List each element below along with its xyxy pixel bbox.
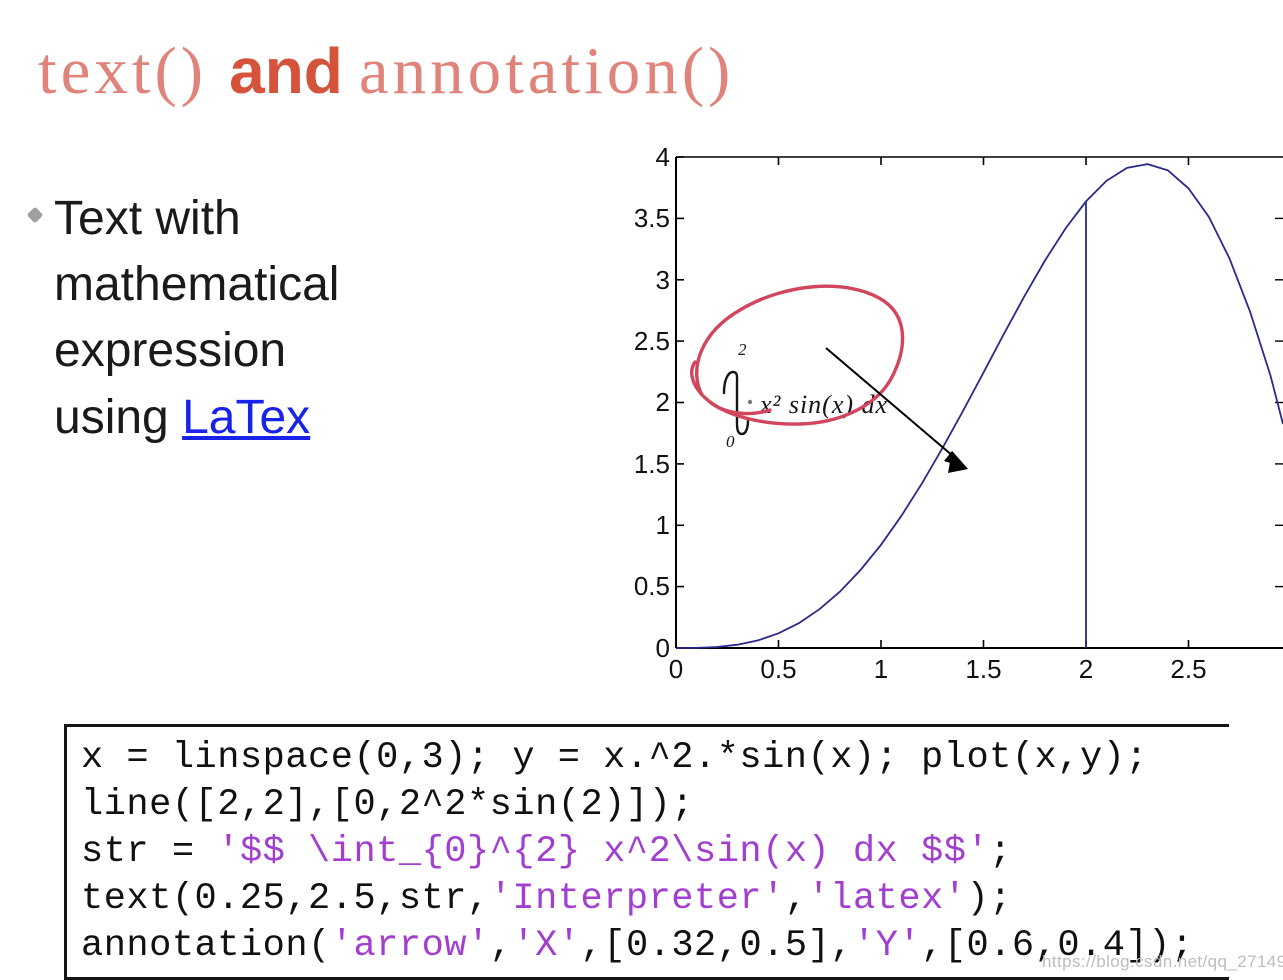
page-title: text() and annotation() <box>38 38 734 105</box>
xtick-0: 0 <box>669 654 683 684</box>
code-line-5-pre: annotation( <box>81 925 331 967</box>
integral-upper: 2 <box>738 340 747 359</box>
integral-lower: 0 <box>726 432 735 451</box>
code-line-3: str = '$$ \int_{0}^{2} x^2\sin(x) dx $$'… <box>81 829 1229 876</box>
code-line-5-mid-2: ,[0.32,0.5], <box>580 925 853 967</box>
stray-mark <box>747 399 753 405</box>
plot-svg: 0 0.5 1 1.5 2 2.5 3 3.5 4 0 0.5 1 1.5 2 … <box>634 142 1283 684</box>
code-block: x = linspace(0,3); y = x.^2.*sin(x); plo… <box>64 724 1229 980</box>
xtick-3: 1.5 <box>965 654 1001 684</box>
xtick-1: 0.5 <box>760 654 796 684</box>
code-line-4-string-1: 'Interpreter' <box>489 878 785 920</box>
title-part-and: and <box>229 35 343 107</box>
latex-link[interactable]: LaTex <box>182 391 310 444</box>
ytick-1: 0.5 <box>634 571 670 601</box>
code-line-4-pre: text(0.25,2.5,str, <box>81 878 490 920</box>
y-axis-ticks <box>676 156 684 649</box>
y-axis-ticks-right <box>1275 217 1283 588</box>
code-line-4-string-2: 'latex' <box>807 878 967 920</box>
ytick-6: 3 <box>656 265 670 295</box>
ytick-7: 3.5 <box>634 203 670 233</box>
bullet-line-4: using LaTex <box>54 385 339 451</box>
bullet-line-3: expression <box>54 324 287 378</box>
bullet-line-4-prefix: using <box>54 390 183 444</box>
code-line-4-post: ); <box>966 878 1012 920</box>
code-line-3-string: '$$ \int_{0}^{2} x^2\sin(x) dx $$' <box>217 831 990 873</box>
title-part-text: text() <box>38 34 208 108</box>
code-line-2: line([2,2],[0,2^2*sin(2)]); <box>81 784 694 826</box>
xtick-5: 2.5 <box>1170 654 1206 684</box>
ytick-4: 2 <box>656 387 670 417</box>
latex-integral-text: 2 0 x² sin(x) dx <box>722 340 887 451</box>
bullet-text: Text with mathematical expression using … <box>54 186 339 451</box>
code-line-5-string-2: 'X' <box>512 925 581 967</box>
code-line-5-string-3: 'Y' <box>852 925 922 967</box>
code-line-5-mid-1: , <box>489 925 513 967</box>
ytick-3: 1.5 <box>634 449 670 479</box>
xtick-4: 2 <box>1079 654 1093 684</box>
bullet-line-2: mathematical <box>54 258 340 312</box>
y-axis-tick-labels: 0 0.5 1 1.5 2 2.5 3 3.5 4 <box>634 142 670 663</box>
matlab-figure: 0 0.5 1 1.5 2 2.5 3 3.5 4 0 0.5 1 1.5 2 … <box>630 140 1283 685</box>
code-line-1: x = linspace(0,3); y = x.^2.*sin(x); plo… <box>81 737 1149 779</box>
code-line-4: text(0.25,2.5,str,'Interpreter','latex')… <box>81 876 1229 923</box>
code-line-3-post: ; <box>989 831 1012 873</box>
square-bullet-icon <box>26 206 44 224</box>
x-axis-ticks <box>675 157 1190 648</box>
bullet-item: Text with mathematical expression using … <box>26 186 458 451</box>
ytick-5: 2.5 <box>634 326 670 356</box>
bullet-line-1: Text with <box>54 192 241 245</box>
code-line-3-pre: str = <box>81 831 218 873</box>
x-axis-tick-labels: 0 0.5 1 1.5 2 2.5 <box>669 654 1207 684</box>
code-line-4-mid: , <box>784 878 808 920</box>
xtick-2: 1 <box>874 654 888 684</box>
code-line-5-string-1: 'arrow' <box>330 925 490 967</box>
ytick-2: 1 <box>656 510 670 540</box>
watermark: https://blog.csdn.net/qq_27149279 <box>1042 952 1283 971</box>
ytick-8: 4 <box>656 142 670 172</box>
title-part-annotation: annotation() <box>358 34 735 108</box>
slide-canvas: text() and annotation() Text with mathemat… <box>0 0 1283 980</box>
